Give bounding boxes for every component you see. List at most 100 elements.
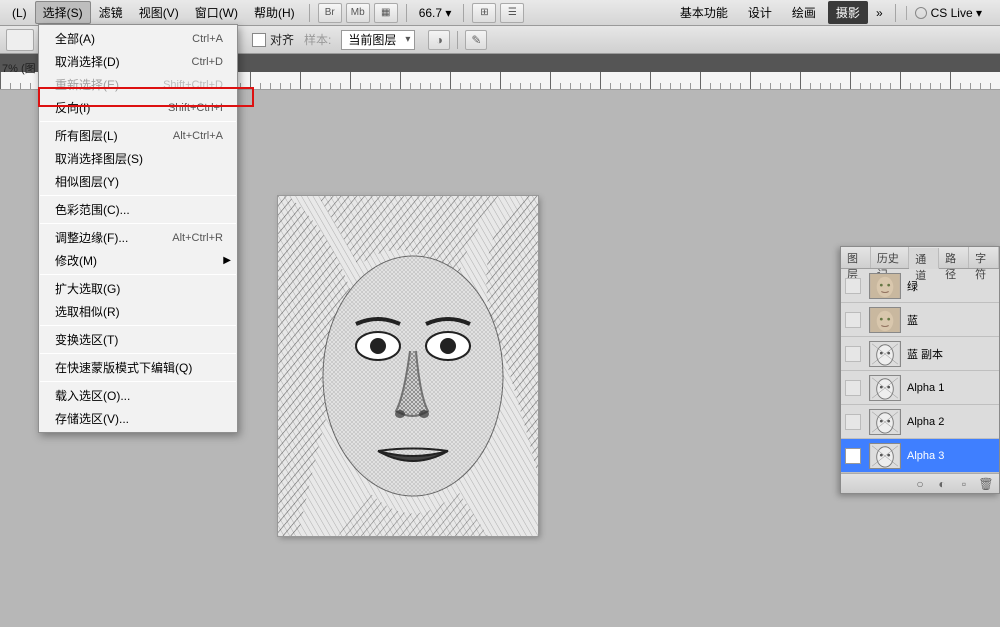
channel-row[interactable]: Alpha 1	[841, 371, 999, 405]
menu-select[interactable]: 选择(S)	[35, 1, 91, 24]
menu-item[interactable]: 选取相似(R)	[39, 300, 237, 323]
pressure-icon[interactable]: ✎	[465, 30, 487, 50]
menu-item-label: 取消选择图层(S)	[55, 150, 143, 167]
menu-partial[interactable]: (L)	[4, 3, 35, 23]
select-menu-dropdown: 全部(A) Ctrl+A 取消选择(D)Ctrl+D 重新选择(E) Shift+Ctr…	[38, 24, 238, 433]
arrange-docs-icon[interactable]: ⊞	[472, 3, 496, 23]
channels-panel: 图层历史记通道路径字符 绿蓝蓝 副本Alpha 1Alpha 2👁Alpha 3…	[840, 246, 1000, 494]
menu-item[interactable]: 取消选择图层(S)	[39, 147, 237, 170]
ignore-adjust-icon[interactable]: ◑	[428, 30, 450, 50]
cslive-button[interactable]: CS Live ▾	[906, 6, 990, 20]
channel-thumbnail	[869, 341, 901, 367]
visibility-eye-icon[interactable]	[845, 380, 861, 396]
menu-item[interactable]: 在快速蒙版模式下编辑(Q)	[39, 356, 237, 379]
menu-item-label: 全部(A)	[55, 30, 95, 47]
menu-divider	[40, 195, 236, 196]
sample-select[interactable]: 当前图层	[341, 30, 415, 50]
workspace-design[interactable]: 设计	[740, 1, 780, 24]
save-selection-icon[interactable]: ◐	[935, 477, 949, 491]
menu-item-label: 相似图层(Y)	[55, 173, 119, 190]
channel-row[interactable]: 蓝	[841, 303, 999, 337]
workspace-more[interactable]: »	[870, 6, 889, 20]
menu-item[interactable]: 所有图层(L) Alt+Ctrl+A	[39, 124, 237, 147]
menu-item-label: 存储选区(V)...	[55, 410, 129, 427]
channel-thumbnail	[869, 273, 901, 299]
view-extras-icon[interactable]: ▦	[374, 3, 398, 23]
menu-item[interactable]: 取消选择(D)Ctrl+D	[39, 50, 237, 73]
visibility-eye-icon[interactable]	[845, 414, 861, 430]
channel-label: 蓝	[907, 312, 995, 328]
panel-tab[interactable]: 历史记	[871, 247, 909, 268]
channel-label: Alpha 1	[907, 382, 995, 394]
panel-tab[interactable]: 路径	[939, 247, 969, 268]
separator	[457, 31, 458, 49]
separator	[895, 4, 896, 22]
visibility-eye-icon[interactable]	[845, 312, 861, 328]
channel-row[interactable]: 蓝 副本	[841, 337, 999, 371]
menu-item-label: 调整边缘(F)...	[55, 229, 128, 246]
channel-row[interactable]: Alpha 2	[841, 405, 999, 439]
menu-divider	[40, 381, 236, 382]
new-channel-icon[interactable]: ▫	[957, 477, 971, 491]
panel-tabs: 图层历史记通道路径字符	[841, 247, 999, 269]
cslive-label: CS Live ▾	[931, 6, 982, 20]
load-selection-icon[interactable]: ○	[913, 477, 927, 491]
canvas-image	[278, 196, 538, 536]
menu-divider	[40, 223, 236, 224]
visibility-eye-icon[interactable]: 👁	[845, 448, 861, 464]
cslive-icon	[915, 7, 927, 19]
visibility-eye-icon[interactable]	[845, 346, 861, 362]
menu-help[interactable]: 帮助(H)	[246, 1, 303, 24]
delete-channel-icon[interactable]: 🗑	[979, 477, 993, 491]
menu-item[interactable]: 载入选区(O)...	[39, 384, 237, 407]
screen-mode-icon[interactable]: ☰	[500, 3, 524, 23]
panel-tab[interactable]: 通道	[909, 248, 939, 269]
visibility-eye-icon[interactable]	[845, 278, 861, 294]
menu-item-label: 选取相似(R)	[55, 303, 120, 320]
channel-thumbnail	[869, 409, 901, 435]
document-canvas[interactable]	[278, 196, 538, 536]
menu-item-label: 所有图层(L)	[55, 127, 118, 144]
menu-item-shortcut: Alt+Ctrl+A	[173, 130, 223, 142]
mini-bridge-icon[interactable]: Mb	[346, 3, 370, 23]
menu-item-label: 色彩范围(C)...	[55, 201, 130, 218]
menu-item-label: 取消选择(D)	[55, 53, 120, 70]
channel-thumbnail	[869, 307, 901, 333]
bridge-icon[interactable]: Br	[318, 3, 342, 23]
left-strip: 7% (图	[0, 26, 38, 80]
menu-view[interactable]: 视图(V)	[131, 1, 187, 24]
panel-footer: ○ ◐ ▫ 🗑	[841, 473, 999, 493]
workspace-photography[interactable]: 摄影	[828, 1, 868, 24]
menu-item: 重新选择(E) Shift+Ctrl+D	[39, 73, 237, 96]
submenu-arrow-icon: ▶	[223, 255, 231, 266]
menu-window[interactable]: 窗口(W)	[187, 1, 246, 24]
menu-divider	[40, 353, 236, 354]
panel-tab[interactable]: 图层	[841, 247, 871, 268]
align-checkbox[interactable]	[252, 33, 266, 47]
sample-value: 当前图层	[348, 31, 396, 48]
menu-item[interactable]: 变换选区(T)	[39, 328, 237, 351]
panel-tab[interactable]: 字符	[969, 247, 999, 268]
menu-item[interactable]: 存储选区(V)...	[39, 407, 237, 430]
workspace-essentials[interactable]: 基本功能	[672, 1, 736, 24]
menu-filter[interactable]: 滤镜	[91, 1, 131, 24]
menu-item[interactable]: 色彩范围(C)...	[39, 198, 237, 221]
menu-item[interactable]: 修改(M)▶	[39, 249, 237, 272]
menu-item[interactable]: 全部(A) Ctrl+A	[39, 27, 237, 50]
menu-item-label: 载入选区(O)...	[55, 387, 130, 404]
channel-label: Alpha 2	[907, 416, 995, 428]
menu-item-label: 反向(I)	[55, 99, 90, 116]
menu-item[interactable]: 相似图层(Y)	[39, 170, 237, 193]
workspace-painting[interactable]: 绘画	[784, 1, 824, 24]
channel-thumbnail	[869, 443, 901, 469]
menu-item-shortcut: Ctrl+A	[192, 33, 223, 45]
channel-row[interactable]: 👁Alpha 3	[841, 439, 999, 473]
menu-item-label: 重新选择(E)	[55, 76, 119, 93]
menubar: (L) 选择(S) 滤镜 视图(V) 窗口(W) 帮助(H) Br Mb ▦ 6…	[0, 0, 1000, 26]
menu-item[interactable]: 反向(I)Shift+Ctrl+I	[39, 96, 237, 119]
separator	[406, 4, 407, 22]
zoom-display[interactable]: 66.7 ▾	[413, 6, 458, 20]
menu-item[interactable]: 扩大选取(G)	[39, 277, 237, 300]
menu-item-shortcut: Shift+Ctrl+D	[163, 79, 223, 91]
menu-item[interactable]: 调整边缘(F)...Alt+Ctrl+R	[39, 226, 237, 249]
